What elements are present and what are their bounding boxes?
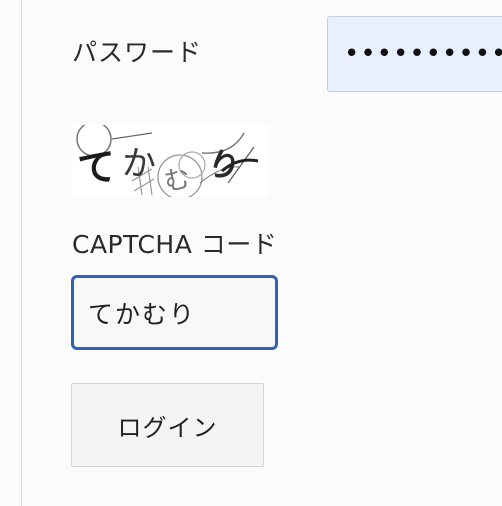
login-button[interactable]: ログイン <box>71 383 264 467</box>
captcha-picture: て か む り <box>72 125 269 197</box>
svg-text:む: む <box>162 164 193 197</box>
password-field[interactable] <box>327 16 502 92</box>
svg-text:て: て <box>76 144 118 192</box>
content-divider <box>21 0 22 506</box>
password-label: パスワード <box>72 38 203 67</box>
svg-text:か: か <box>121 143 158 185</box>
captcha-code-input[interactable] <box>71 275 278 350</box>
captcha-image: て か む り <box>72 125 269 197</box>
captcha-code-label: CAPTCHA コード <box>72 230 278 259</box>
